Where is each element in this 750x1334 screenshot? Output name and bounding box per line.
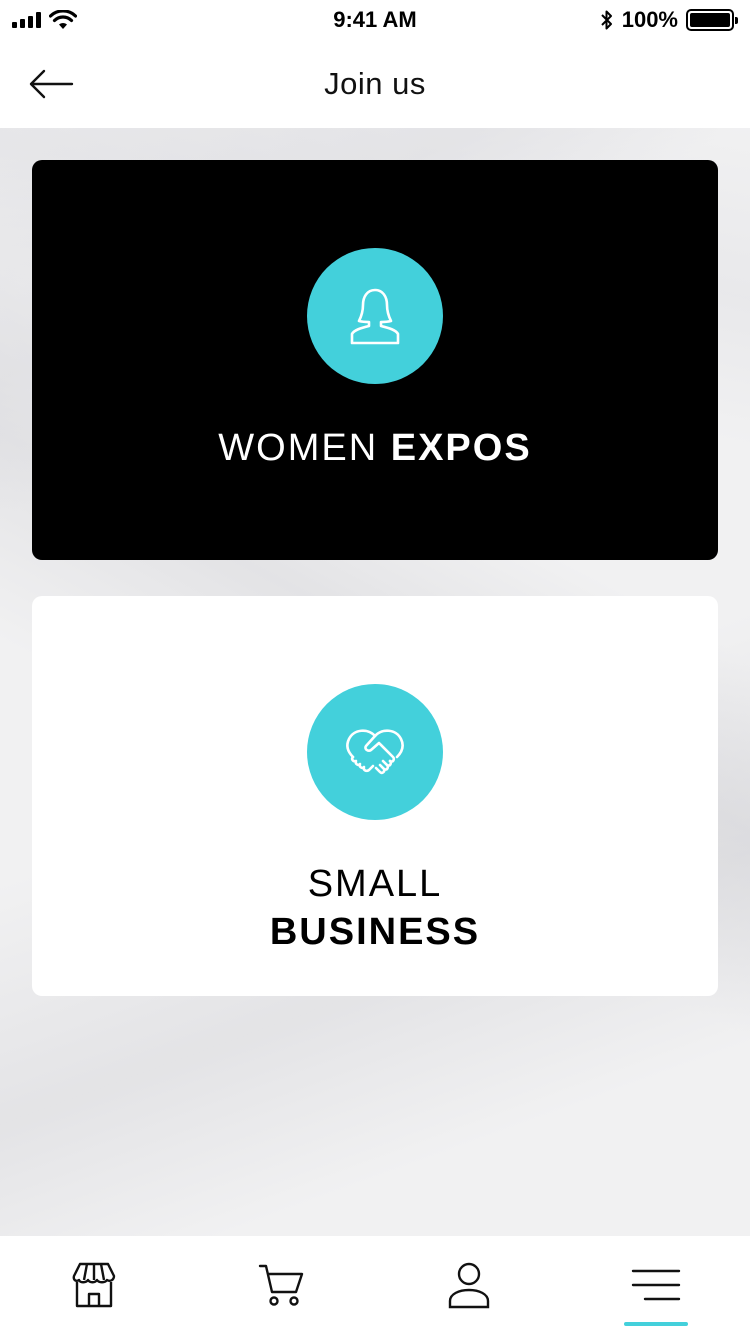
battery-percent: 100% xyxy=(621,7,678,32)
user-icon xyxy=(448,1262,489,1309)
battery-level xyxy=(690,13,730,27)
small-business-title: SMALL BUSINESS xyxy=(270,860,480,956)
store-icon xyxy=(72,1262,115,1308)
tab-menu[interactable] xyxy=(596,1236,716,1334)
status-left xyxy=(12,10,212,30)
menu-icon xyxy=(632,1269,681,1301)
battery-icon xyxy=(686,9,738,31)
status-right: 100% xyxy=(534,7,738,33)
handshake-icon xyxy=(346,729,404,775)
active-tab-indicator xyxy=(624,1322,689,1326)
women-expos-title-light: WOMEN xyxy=(218,427,391,469)
status-bar: 9:41 AM 100% xyxy=(0,0,750,40)
women-expos-title-bold: EXPOS xyxy=(390,427,532,469)
small-business-title-light: SMALL xyxy=(307,863,443,905)
arrow-left-icon xyxy=(29,69,74,99)
tab-store[interactable] xyxy=(34,1236,154,1334)
back-button[interactable] xyxy=(28,62,78,106)
small-business-title-bold: BUSINESS xyxy=(269,911,481,953)
bluetooth-icon xyxy=(601,10,612,30)
small-business-icon-circle xyxy=(307,684,443,820)
tab-bar xyxy=(0,1236,750,1334)
tab-cart[interactable] xyxy=(221,1236,341,1334)
signal-icon xyxy=(12,12,41,28)
nav-bar: Join us xyxy=(0,40,750,128)
cart-icon xyxy=(259,1264,304,1306)
small-business-card[interactable]: SMALL BUSINESS xyxy=(32,596,718,996)
women-expos-card[interactable]: WOMEN EXPOS xyxy=(32,160,718,560)
women-expos-title: WOMEN EXPOS xyxy=(218,424,531,472)
woman-icon xyxy=(350,288,400,345)
women-expos-icon-circle xyxy=(307,248,443,384)
page-title: Join us xyxy=(324,66,426,101)
join-us-screen: 9:41 AM 100% Join us WOMEN EXPOS SMALL B… xyxy=(0,0,750,1334)
wifi-icon xyxy=(49,10,77,29)
tab-profile[interactable] xyxy=(409,1236,529,1334)
